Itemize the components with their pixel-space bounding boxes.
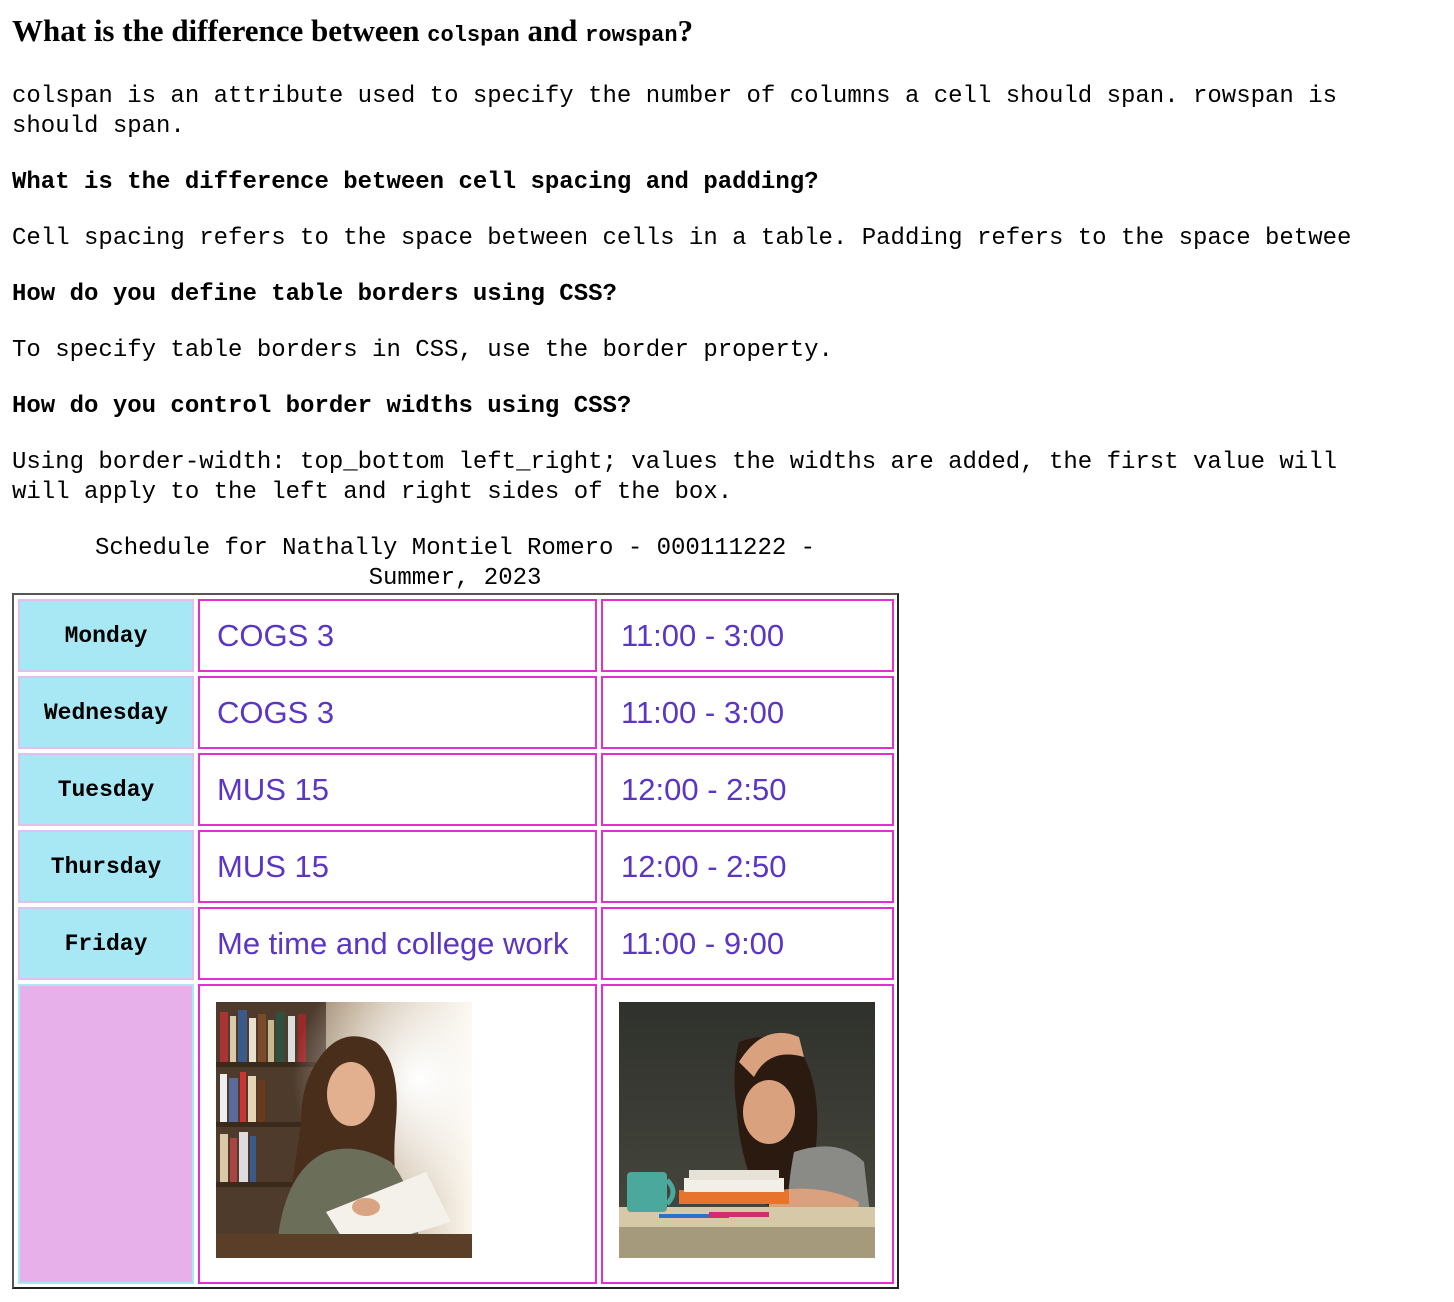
- day-cell: Tuesday: [18, 753, 194, 826]
- answer-colspan: colspan is an attribute used to specify …: [12, 82, 1337, 142]
- heading-text-suffix: ?: [677, 13, 694, 48]
- tired-image-cell: [601, 984, 894, 1284]
- time-cell: 12:00 - 2:50: [601, 753, 894, 826]
- answer-colspan-line2: should span.: [12, 113, 185, 140]
- answer-border-widths-line2: will apply to the left and right sides o…: [12, 479, 733, 506]
- course-cell: MUS 15: [198, 753, 597, 826]
- studying-woman-image: [216, 1002, 472, 1258]
- heading-code-colspan: colspan: [427, 23, 520, 48]
- course-cell: MUS 15: [198, 830, 597, 903]
- course-cell: COGS 3: [198, 599, 597, 672]
- schedule-caption: Schedule for Nathally Montiel Romero - 0…: [12, 534, 898, 594]
- schedule-caption-line1: Schedule for Nathally Montiel Romero - 0…: [94, 535, 816, 562]
- studying-image-cell: [198, 984, 597, 1284]
- day-cell: Monday: [18, 599, 194, 672]
- heading-colspan-rowspan: What is the difference between colspan a…: [12, 12, 1454, 55]
- day-cell: Thursday: [18, 830, 194, 903]
- schedule-caption-line2: Summer, 2023: [368, 565, 542, 592]
- schedule-table: Monday COGS 3 11:00 - 3:00 Wednesday COG…: [12, 593, 899, 1289]
- question-table-borders: How do you define table borders using CS…: [12, 281, 617, 308]
- time-cell: 11:00 - 3:00: [601, 599, 894, 672]
- time-cell: 11:00 - 3:00: [601, 676, 894, 749]
- time-cell: 11:00 - 9:00: [601, 907, 894, 980]
- heading-code-rowspan: rowspan: [585, 23, 678, 48]
- faq-content: What is the difference between colspan a…: [12, 0, 1454, 506]
- day-cell: Friday: [18, 907, 194, 980]
- question-spacing-padding: What is the difference between cell spac…: [12, 169, 819, 196]
- question-border-widths: How do you control border widths using C…: [12, 393, 632, 420]
- heading-text: What is the difference between: [12, 13, 428, 48]
- tired-student-image: [619, 1002, 875, 1258]
- answer-colspan-line1: colspan is an attribute used to specify …: [12, 83, 1338, 110]
- answer-table-borders: To specify table borders in CSS, use the…: [12, 337, 833, 364]
- course-cell: COGS 3: [198, 676, 597, 749]
- heading-text-and: and: [519, 13, 586, 48]
- answer-border-widths-line1: Using border-width: top_bottom left_righ…: [12, 449, 1338, 476]
- tired-photo: [619, 1002, 875, 1258]
- day-cell: Wednesday: [18, 676, 194, 749]
- studying-photo: [216, 1002, 472, 1258]
- answer-border-widths: Using border-width: top_bottom left_righ…: [12, 448, 1337, 508]
- course-cell: Me time and college work: [198, 907, 597, 980]
- answer-spacing-padding: Cell spacing refers to the space between…: [12, 225, 1352, 252]
- empty-day-cell: [18, 984, 194, 1284]
- time-cell: 12:00 - 2:50: [601, 830, 894, 903]
